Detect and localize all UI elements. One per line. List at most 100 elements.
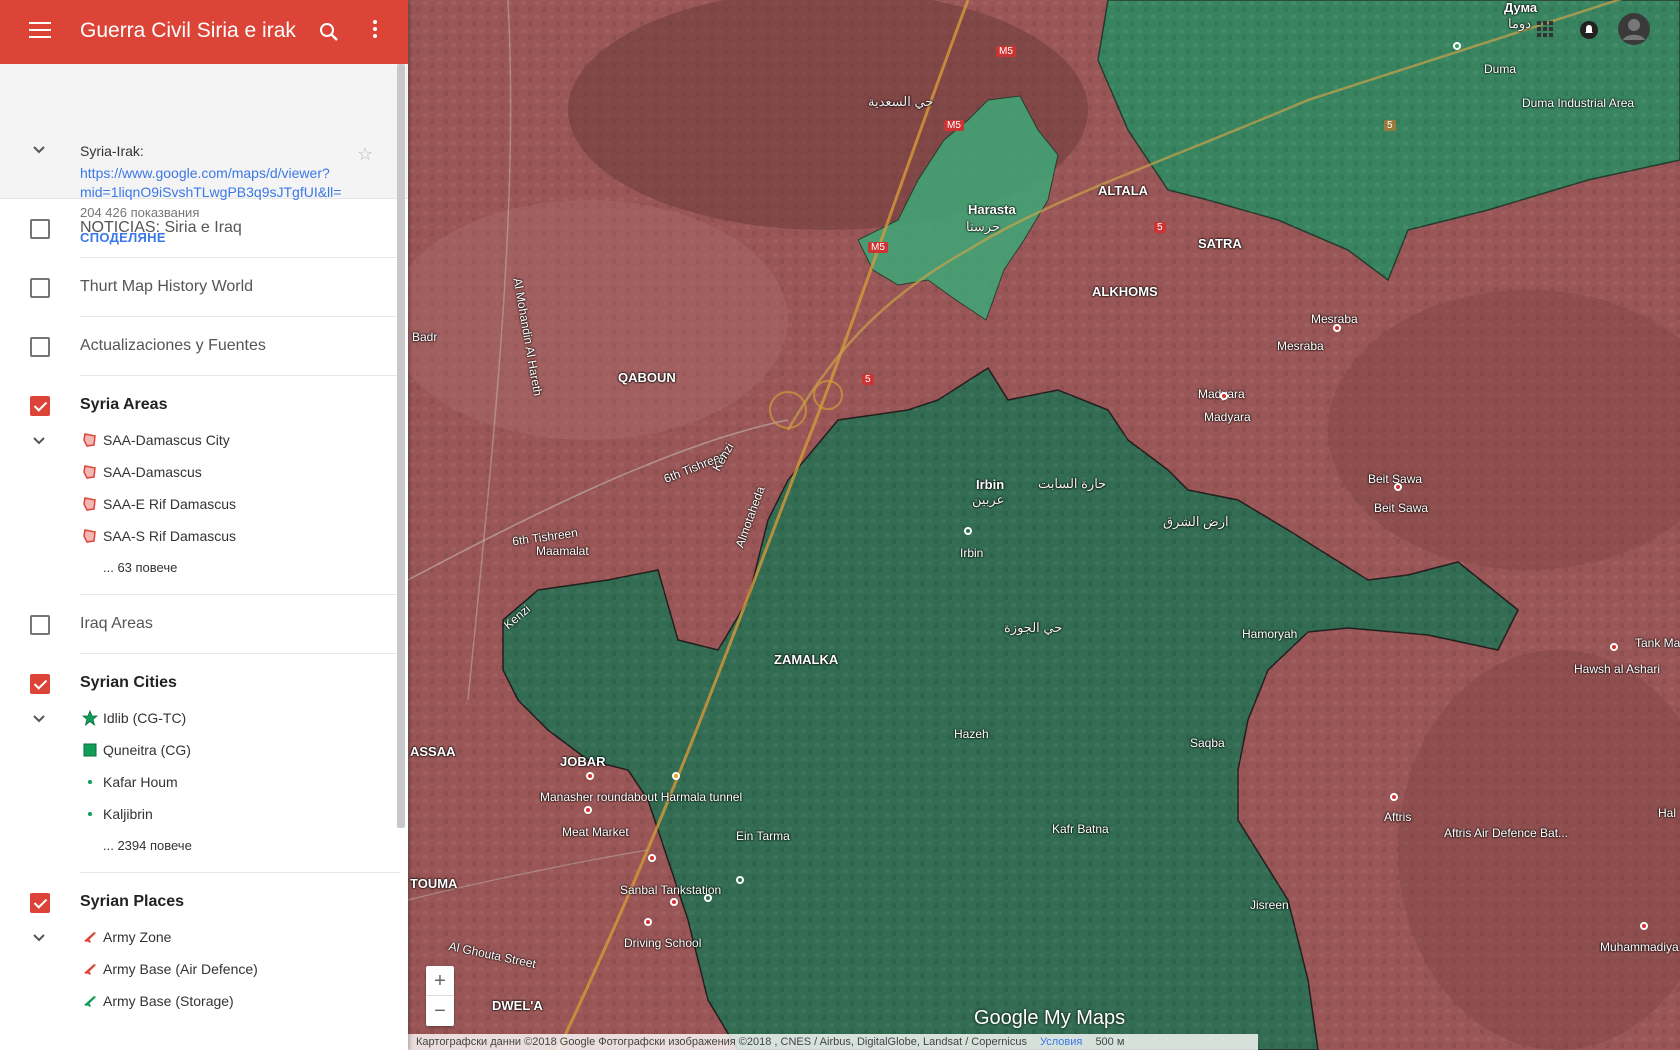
legend-item[interactable]: SAA-Damascus City: [0, 424, 400, 456]
search-icon[interactable]: [318, 21, 340, 43]
map-link[interactable]: https://www.google.com/maps/d/viewer? mi…: [80, 164, 342, 202]
map-marker[interactable]: [1220, 392, 1228, 400]
map-label-muhammadiya[interactable]: Muhammadiya: [1600, 940, 1679, 954]
map-marker[interactable]: [1394, 483, 1402, 491]
map-label-mesraba-2[interactable]: Mesraba: [1277, 339, 1324, 353]
notifications-icon[interactable]: [1579, 20, 1599, 45]
layer-row[interactable]: Iraq Areas: [30, 595, 400, 654]
more-vert-icon[interactable]: [370, 20, 380, 44]
map-marker[interactable]: [1333, 324, 1341, 332]
map-label-jobar[interactable]: JOBAR: [560, 754, 606, 769]
map-label-dwela[interactable]: DWEL'A: [492, 998, 543, 1013]
legend-item[interactable]: SAA-Damascus: [0, 456, 400, 488]
map-label-qaboun[interactable]: QABOUN: [618, 370, 676, 385]
collapse-chevron-icon[interactable]: [32, 142, 46, 160]
map-label-assaa[interactable]: ASSAA: [410, 744, 456, 759]
map-label-irbin[interactable]: Irbin: [976, 477, 1004, 492]
map-label-maamalat[interactable]: Maamalat: [536, 544, 589, 558]
layer-row[interactable]: NOTICIAS: Siria e Iraq: [30, 199, 400, 258]
map-marker[interactable]: [736, 876, 744, 884]
map-marker[interactable]: [584, 806, 592, 814]
map-label-touma[interactable]: TOUMA: [410, 876, 457, 891]
terms-link[interactable]: Условия: [1040, 1036, 1082, 1048]
map-marker[interactable]: [670, 898, 678, 906]
map-marker[interactable]: [1453, 42, 1461, 50]
layer-checkbox[interactable]: [30, 396, 50, 416]
collapse-chevron-icon[interactable]: [32, 433, 46, 451]
legend-item[interactable]: Idlib (CG-TC): [0, 702, 400, 734]
map-canvas[interactable]: Duma Дума دوما Duma Industrial Area Hara…: [408, 0, 1680, 1050]
layer-checkbox[interactable]: [30, 893, 50, 913]
map-label-jisreen[interactable]: Jisreen: [1250, 898, 1289, 912]
collapse-chevron-icon[interactable]: [32, 930, 46, 948]
map-label-ein-tarma[interactable]: Ein Tarma: [736, 829, 790, 843]
map-marker[interactable]: [586, 772, 594, 780]
legend-item[interactable]: Army Base (Air Defence): [0, 953, 400, 985]
map-label-meat-market[interactable]: Meat Market: [562, 825, 629, 839]
map-marker[interactable]: [1390, 793, 1398, 801]
map-label-tank-ma[interactable]: Tank Ma: [1635, 636, 1680, 650]
layer-checkbox[interactable]: [30, 615, 50, 635]
map-label-beit-sawa-2[interactable]: Beit Sawa: [1374, 501, 1428, 515]
zoom-out-button[interactable]: −: [426, 996, 454, 1026]
layer-row[interactable]: Syrian Places: [30, 873, 400, 921]
map-label-madyara-2[interactable]: Madyara: [1204, 410, 1251, 424]
map-label-satra[interactable]: SATRA: [1198, 236, 1242, 251]
layer-name: Syrian Places: [80, 893, 185, 910]
map-label-alkhoms[interactable]: ALKHOMS: [1092, 284, 1158, 299]
map-description: Syria-Irak:: [80, 143, 144, 159]
menu-icon[interactable]: [29, 22, 51, 40]
map-marker[interactable]: [648, 854, 656, 862]
map-marker[interactable]: [964, 527, 972, 535]
layer-row[interactable]: Actualizaciones y Fuentes: [30, 317, 400, 376]
sidebar-scrollbar[interactable]: [397, 64, 405, 828]
layer-checkbox[interactable]: [30, 278, 50, 298]
map-label-saqba[interactable]: Saqba: [1190, 736, 1225, 750]
layer-row[interactable]: Thurt Map History World: [30, 258, 400, 317]
map-label-afris-ad[interactable]: Aftris Air Defence Bat...: [1444, 826, 1568, 840]
map-label-hal[interactable]: Hal: [1658, 806, 1676, 820]
layer-row[interactable]: Syrian Cities: [30, 654, 400, 702]
layer-row[interactable]: Syria Areas: [30, 376, 400, 424]
more-items-label[interactable]: ... 2394 повече: [103, 838, 192, 853]
avatar[interactable]: [1618, 13, 1650, 50]
legend-item[interactable]: Army Zone: [0, 921, 400, 953]
map-marker[interactable]: [672, 772, 680, 780]
zoom-in-button[interactable]: +: [426, 966, 454, 996]
map-label-badr[interactable]: Badr: [412, 330, 437, 344]
collapse-chevron-icon[interactable]: [32, 711, 46, 729]
map-label-zamalka[interactable]: ZAMALKA: [774, 652, 838, 667]
legend-item[interactable]: SAA-S Rif Damascus: [0, 520, 400, 552]
map-label-altala[interactable]: ALTALA: [1098, 183, 1148, 198]
map-label-afris[interactable]: Aftris: [1384, 810, 1411, 824]
map-label-harasta[interactable]: Harasta: [968, 202, 1016, 217]
map-label-hazeh[interactable]: Hazeh: [954, 727, 989, 741]
apps-grid-icon[interactable]: [1536, 20, 1554, 43]
legend-item[interactable]: Kaljibrin: [0, 798, 400, 830]
map-label-duma-cyr[interactable]: Дума: [1504, 0, 1537, 15]
layer-checkbox[interactable]: [30, 674, 50, 694]
map-marker[interactable]: [704, 894, 712, 902]
more-items-link[interactable]: ... 63 повече: [0, 552, 400, 584]
layer-checkbox[interactable]: [30, 219, 50, 239]
legend-item[interactable]: Quneitra (CG): [0, 734, 400, 766]
legend-item[interactable]: Army Base (Storage): [0, 985, 400, 1017]
map-label-irbin-2[interactable]: Irbin: [960, 546, 983, 560]
map-label-hamoryah[interactable]: Hamoryah: [1242, 627, 1297, 641]
map-label-duma-industrial[interactable]: Duma Industrial Area: [1522, 96, 1634, 110]
legend-item[interactable]: SAA-E Rif Damascus: [0, 488, 400, 520]
map-link-line1[interactable]: https://www.google.com/maps/d/viewer?: [80, 164, 342, 183]
map-label-manasher[interactable]: Manasher roundabout Harmala tunnel: [540, 790, 742, 804]
map-label-kafr-batna[interactable]: Kafr Batna: [1052, 822, 1109, 836]
star-icon[interactable]: ☆: [357, 144, 373, 165]
map-marker[interactable]: [1610, 643, 1618, 651]
layer-checkbox[interactable]: [30, 337, 50, 357]
map-label-hawsh[interactable]: Hawsh al Ashari: [1574, 662, 1660, 676]
map-label-driving-school[interactable]: Driving School: [624, 936, 701, 950]
map-marker[interactable]: [1640, 922, 1648, 930]
legend-item[interactable]: Kafar Houm: [0, 766, 400, 798]
map-marker[interactable]: [644, 918, 652, 926]
more-items-label[interactable]: ... 63 повече: [103, 560, 177, 575]
more-items-link[interactable]: ... 2394 повече: [0, 830, 400, 862]
map-label-duma[interactable]: Duma: [1484, 62, 1516, 76]
